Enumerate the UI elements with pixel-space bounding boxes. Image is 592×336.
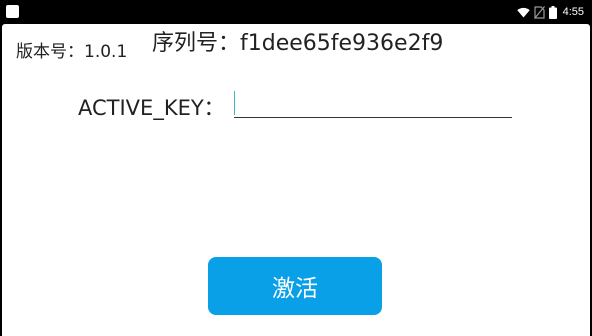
status-bar: 4:55: [0, 0, 592, 24]
activation-form: 版本号：1.0.1 序列号：f1dee65fe936e2f9 ACTIVE_KE…: [2, 24, 590, 336]
status-icons: 4:55: [516, 0, 584, 24]
wifi-icon: [516, 7, 530, 17]
status-time: 4:55: [562, 6, 584, 18]
no-sim-icon: [533, 5, 545, 19]
activate-button[interactable]: 激活: [208, 257, 382, 315]
active-key-label: ACTIVE_KEY：: [78, 96, 225, 120]
serial-number-label: 序列号：f1dee65fe936e2f9: [152, 31, 444, 56]
notification-icon: [6, 5, 19, 18]
text-cursor: [234, 91, 235, 115]
version-label: 版本号：1.0.1: [16, 42, 128, 62]
device-screen: 4:55 版本号：1.0.1 序列号：f1dee65fe936e2f9 ACTI…: [0, 0, 592, 336]
active-key-input[interactable]: [234, 88, 512, 118]
battery-icon: [548, 5, 557, 19]
